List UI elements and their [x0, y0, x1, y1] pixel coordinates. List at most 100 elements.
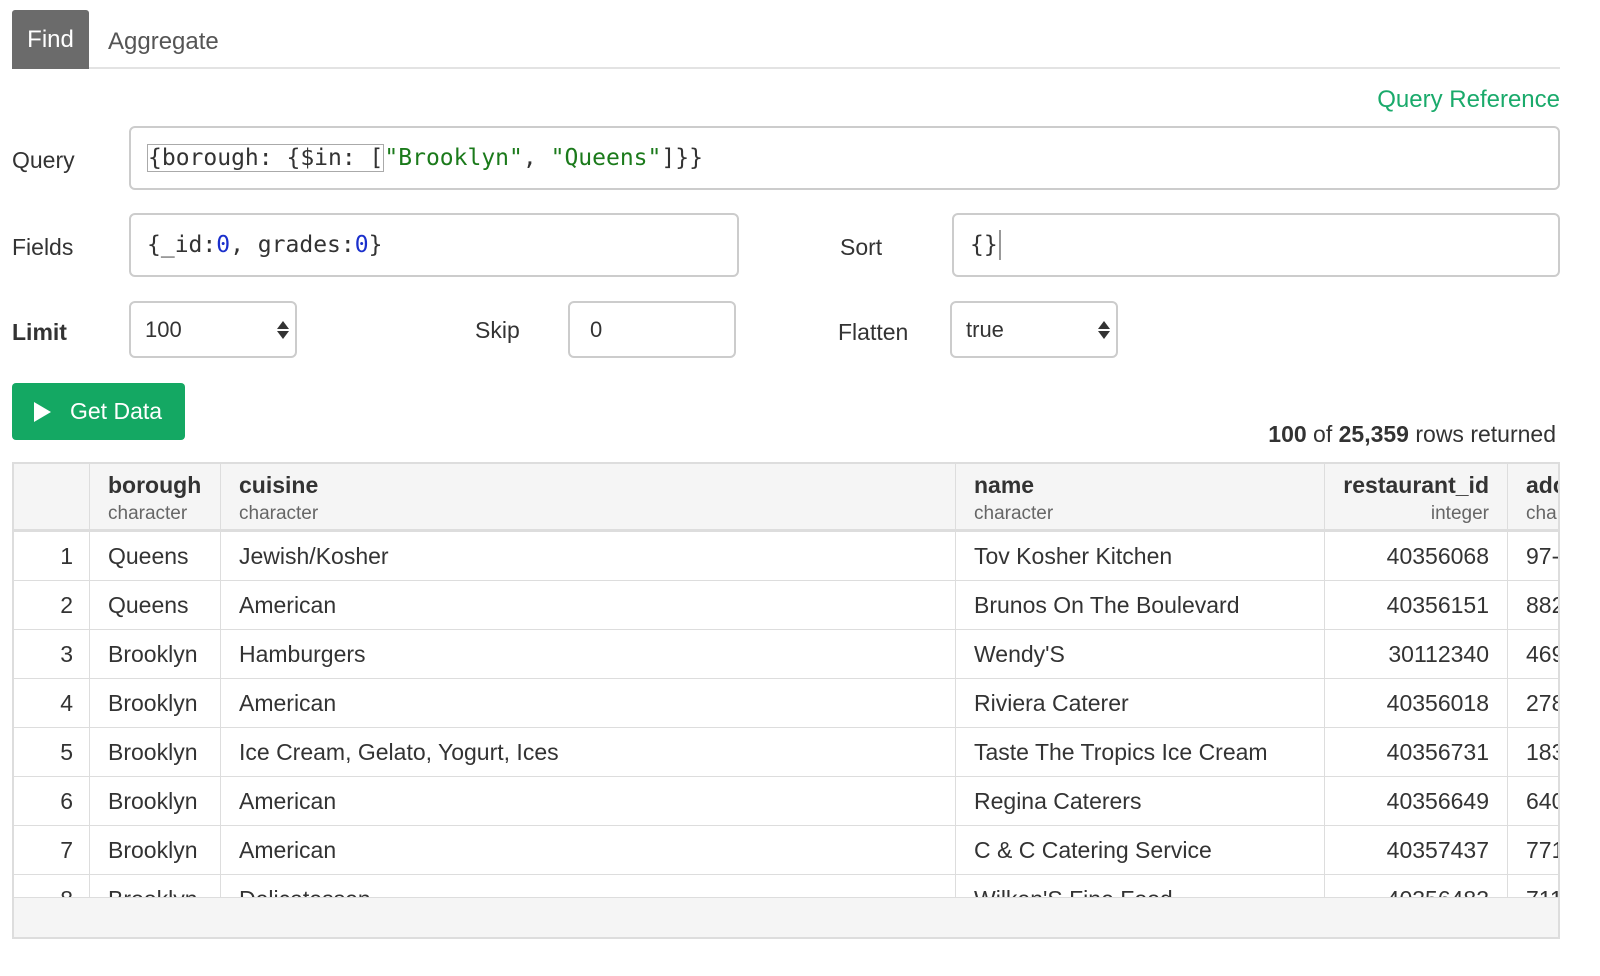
column-type: character — [108, 503, 202, 525]
rows-returned-suffix: rows returned — [1415, 421, 1556, 447]
rows-of-text: of — [1313, 421, 1332, 447]
cell-restaurant-id: 40356068 — [1325, 532, 1508, 580]
text-cursor — [999, 230, 1001, 260]
cell-cuisine: American — [221, 581, 956, 629]
flatten-select[interactable]: true — [950, 301, 1118, 358]
table-row[interactable]: 4BrooklynAmericanRiviera Caterer40356018… — [14, 679, 1560, 728]
fields-input[interactable]: {_id:0, grades:0} — [129, 213, 739, 277]
fields-number-grades: 0 — [355, 232, 369, 258]
table-row[interactable]: 1QueensJewish/KosherTov Kosher Kitchen40… — [14, 532, 1560, 581]
tab-aggregate[interactable]: Aggregate — [108, 10, 219, 69]
fields-label: Fields — [12, 234, 73, 261]
cell-address: 183 — [1508, 728, 1560, 776]
column-name: name — [974, 472, 1306, 499]
cell-name: Regina Caterers — [956, 777, 1325, 825]
cell-restaurant-id: 40356731 — [1325, 728, 1508, 776]
cell-name: Riviera Caterer — [956, 679, 1325, 727]
sort-label: Sort — [840, 234, 882, 261]
cell-borough: Brooklyn — [90, 777, 221, 825]
results-table: borough character cuisine character name… — [12, 462, 1560, 939]
rows-shown-count: 100 — [1268, 421, 1306, 447]
query-string-queens: "Queens" — [551, 145, 662, 171]
fields-number-id: 0 — [216, 232, 230, 258]
column-header-cuisine[interactable]: cuisine character — [221, 464, 956, 532]
row-index: 4 — [14, 679, 90, 727]
cell-restaurant-id: 30112340 — [1325, 630, 1508, 678]
column-header-restaurant-id[interactable]: restaurant_id integer — [1325, 464, 1508, 532]
cell-name: Wendy'S — [956, 630, 1325, 678]
cell-address: 640 — [1508, 777, 1560, 825]
column-header-address[interactable]: adc cha — [1508, 464, 1560, 532]
query-string-brooklyn: "Brooklyn" — [384, 145, 522, 171]
table-row[interactable]: 3BrooklynHamburgersWendy'S30112340469 — [14, 630, 1560, 679]
cell-cuisine: American — [221, 679, 956, 727]
column-type: character — [239, 503, 937, 525]
cell-cuisine: Ice Cream, Gelato, Yogurt, Ices — [221, 728, 956, 776]
get-data-label: Get Data — [70, 398, 162, 425]
sort-value: {} — [970, 232, 998, 258]
row-index: 5 — [14, 728, 90, 776]
sort-input[interactable]: {} — [952, 213, 1560, 277]
cell-borough: Brooklyn — [90, 728, 221, 776]
query-separator: , — [523, 145, 551, 171]
cell-borough: Brooklyn — [90, 679, 221, 727]
column-type: character — [974, 503, 1306, 525]
horizontal-scrollbar[interactable] — [14, 897, 1558, 937]
table-header: borough character cuisine character name… — [14, 464, 1560, 532]
cell-name: Brunos On The Boulevard — [956, 581, 1325, 629]
cell-borough: Queens — [90, 532, 221, 580]
cell-name: C & C Catering Service — [956, 826, 1325, 874]
query-label: Query — [12, 147, 75, 174]
column-name: borough — [108, 472, 202, 499]
column-type: cha — [1526, 503, 1560, 525]
row-index: 2 — [14, 581, 90, 629]
skip-value: 0 — [590, 317, 602, 343]
column-type: integer — [1343, 503, 1489, 525]
fields-part-id: {_id: — [147, 232, 216, 258]
column-header-name[interactable]: name character — [956, 464, 1325, 532]
query-closing: ]}} — [661, 145, 703, 171]
cell-cuisine: American — [221, 826, 956, 874]
rows-total-count: 25,359 — [1339, 421, 1409, 447]
limit-value: 100 — [145, 317, 182, 343]
skip-input[interactable]: 0 — [568, 301, 736, 358]
row-index: 6 — [14, 777, 90, 825]
cell-cuisine: Jewish/Kosher — [221, 532, 956, 580]
cell-cuisine: American — [221, 777, 956, 825]
column-name: adc — [1526, 472, 1560, 499]
cell-restaurant-id: 40356649 — [1325, 777, 1508, 825]
cell-restaurant-id: 40357437 — [1325, 826, 1508, 874]
table-row[interactable]: 2QueensAmericanBrunos On The Boulevard40… — [14, 581, 1560, 630]
table-row[interactable]: 5BrooklynIce Cream, Gelato, Yogurt, Ices… — [14, 728, 1560, 777]
table-row[interactable]: 6BrooklynAmericanRegina Caterers40356649… — [14, 777, 1560, 826]
tab-find[interactable]: Find — [12, 10, 89, 69]
cell-cuisine: Hamburgers — [221, 630, 956, 678]
cell-address: 469 — [1508, 630, 1560, 678]
get-data-button[interactable]: Get Data — [12, 383, 185, 440]
limit-select[interactable]: 100 — [129, 301, 297, 358]
cell-name: Taste The Tropics Ice Cream — [956, 728, 1325, 776]
row-index: 1 — [14, 532, 90, 580]
cell-address: 97- — [1508, 532, 1560, 580]
text-cursor: {borough: {$in: [ — [147, 144, 384, 172]
flatten-value: true — [966, 317, 1004, 343]
flatten-label: Flatten — [838, 319, 908, 346]
play-icon — [34, 402, 51, 422]
cell-name: Tov Kosher Kitchen — [956, 532, 1325, 580]
column-header-index — [14, 464, 90, 532]
cell-borough: Queens — [90, 581, 221, 629]
limit-label: Limit — [12, 319, 67, 346]
fields-closing: } — [369, 232, 383, 258]
column-name: cuisine — [239, 472, 937, 499]
rows-returned-status: 100 of 25,359 rows returned — [1268, 421, 1556, 448]
skip-label: Skip — [475, 317, 520, 344]
tab-bar: Find Aggregate — [12, 10, 1560, 69]
column-header-borough[interactable]: borough character — [90, 464, 221, 532]
query-reference-link[interactable]: Query Reference — [1377, 86, 1560, 114]
cell-restaurant-id: 40356151 — [1325, 581, 1508, 629]
column-name: restaurant_id — [1343, 472, 1489, 499]
query-input[interactable]: {borough: {$in: ["Brooklyn", "Queens"]}} — [129, 126, 1560, 190]
cell-borough: Brooklyn — [90, 630, 221, 678]
cell-address: 882 — [1508, 581, 1560, 629]
table-row[interactable]: 7BrooklynAmericanC & C Catering Service4… — [14, 826, 1560, 875]
